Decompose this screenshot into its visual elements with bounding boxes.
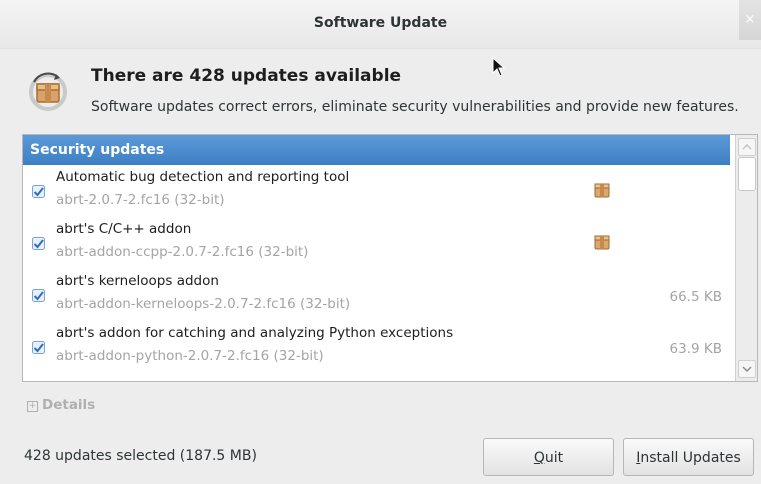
- scrollbar-thumb[interactable]: [738, 157, 756, 191]
- details-expander[interactable]: + Details: [27, 397, 95, 413]
- package-icon: [594, 235, 610, 250]
- install-label: nstall Updates: [640, 450, 741, 466]
- list-item[interactable]: abrt's addon for catching and analyzing …: [23, 323, 730, 375]
- package-name: abrt's addon for catching and analyzing …: [56, 325, 454, 341]
- selection-status: 428 updates selected (187.5 MB): [24, 448, 257, 464]
- updates-description: Software updates correct errors, elimina…: [91, 99, 739, 115]
- updates-list[interactable]: Security updates Automatic bug detection…: [22, 134, 758, 382]
- close-button[interactable]: ×: [739, 0, 761, 40]
- window-title: Software Update: [313, 15, 448, 31]
- list-item[interactable]: abrt's C/C++ addon abrt-addon-ccpp-2.0.7…: [23, 219, 730, 271]
- list-item[interactable]: Automatic bug detection and reporting to…: [23, 167, 730, 219]
- package-size: 66.5 KB: [669, 289, 722, 305]
- package-name: abrt's kerneloops addon: [56, 273, 219, 289]
- vertical-scrollbar[interactable]: [735, 135, 757, 381]
- scroll-up-button[interactable]: [738, 138, 756, 156]
- package-name: Automatic bug detection and reporting to…: [56, 169, 350, 185]
- scroll-down-button[interactable]: [738, 360, 756, 378]
- software-update-window: Software Update × There are 428 updates …: [0, 0, 761, 484]
- package-size: 63.9 KB: [669, 341, 722, 357]
- details-label: Details: [42, 397, 96, 413]
- updates-heading: There are 428 updates available: [91, 66, 402, 86]
- chevron-up-icon: [742, 143, 752, 150]
- quit-accel: Q: [533, 450, 545, 466]
- chevron-down-icon: [742, 366, 752, 373]
- list-item[interactable]: abrt's kerneloops addon abrt-addon-kerne…: [23, 271, 730, 323]
- package-id: abrt-addon-ccpp-2.0.7-2.fc16 (32-bit): [56, 244, 309, 260]
- package-id: abrt-addon-kerneloops-2.0.7-2.fc16 (32-b…: [56, 296, 351, 312]
- expander-plus-icon: +: [27, 401, 38, 412]
- group-header-security[interactable]: Security updates: [23, 135, 730, 165]
- package-name: abrt's C/C++ addon: [56, 221, 192, 237]
- package-id: abrt-2.0.7-2.fc16 (32-bit): [56, 192, 225, 208]
- quit-label: uit: [544, 450, 564, 466]
- title-bar[interactable]: Software Update ×: [0, 0, 761, 49]
- package-id: abrt-addon-python-2.0.7-2.fc16 (32-bit): [56, 348, 324, 364]
- checkbox-checked-icon[interactable]: [32, 289, 45, 302]
- package-update-icon: [29, 72, 67, 111]
- checkbox-checked-icon[interactable]: [32, 341, 45, 354]
- install-updates-button[interactable]: Install Updates: [623, 438, 754, 476]
- package-icon: [594, 183, 610, 198]
- quit-button[interactable]: Quit: [483, 438, 614, 476]
- checkbox-checked-icon[interactable]: [32, 185, 45, 198]
- checkbox-checked-icon[interactable]: [32, 237, 45, 250]
- mouse-pointer-icon: [492, 57, 506, 77]
